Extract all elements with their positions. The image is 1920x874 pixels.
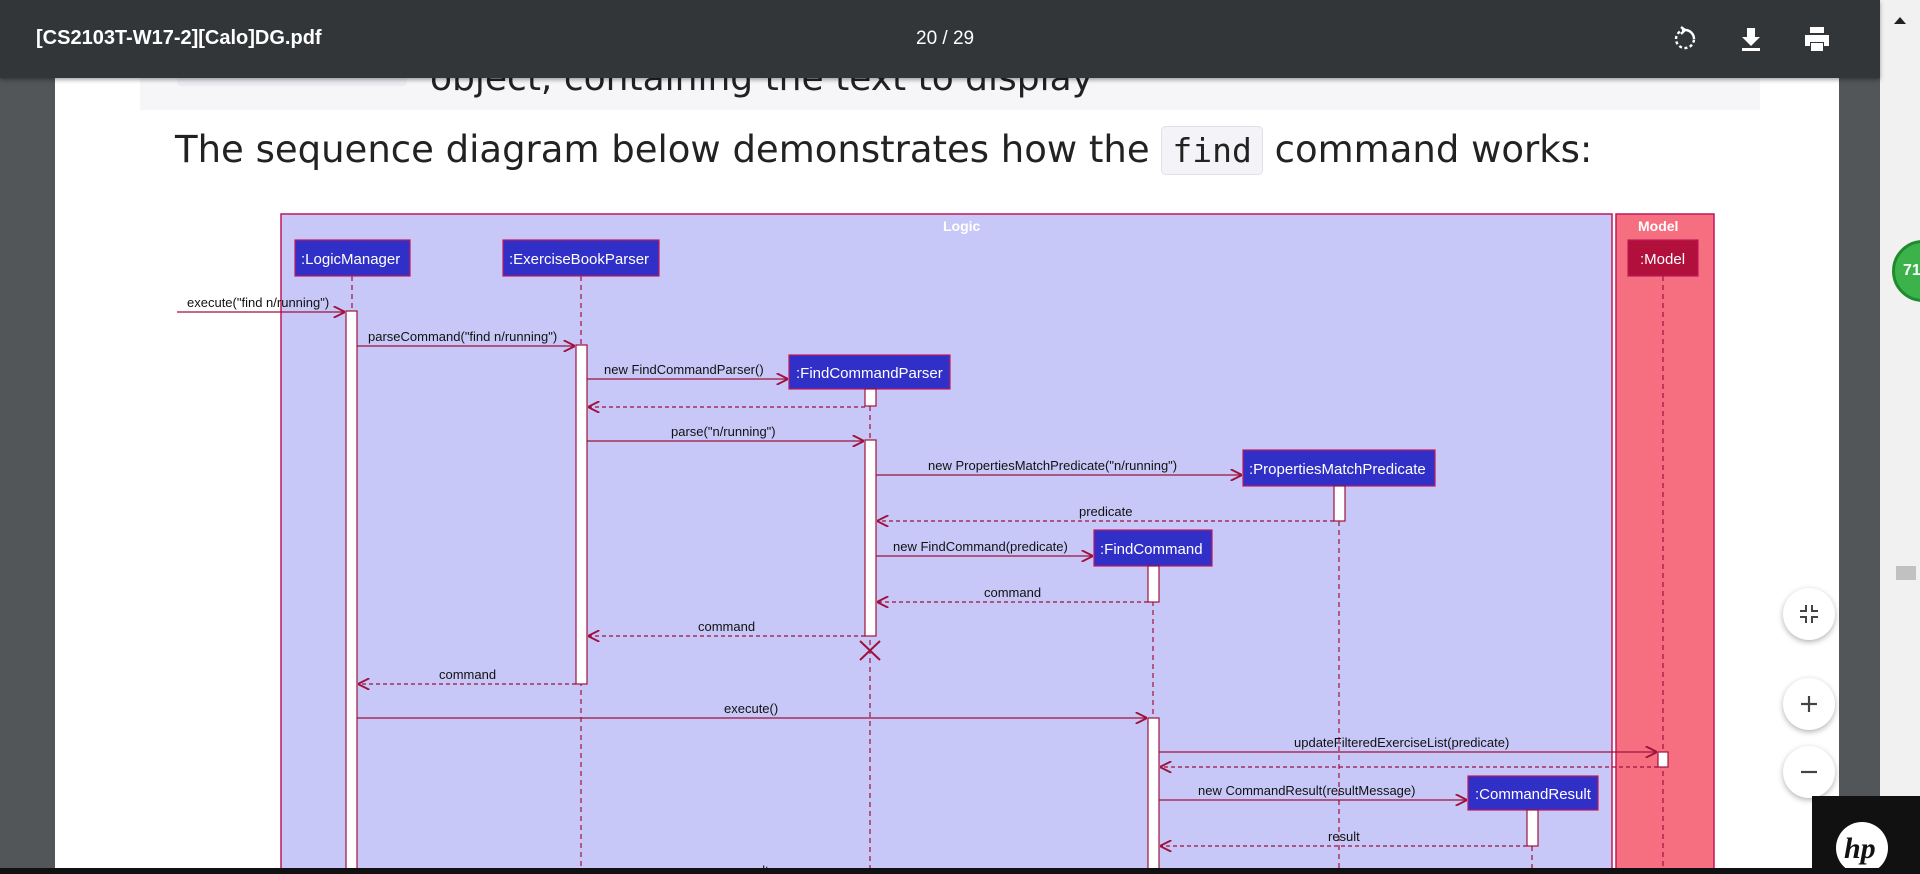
print-icon xyxy=(1805,27,1829,51)
zoom-in-button[interactable] xyxy=(1783,678,1835,730)
download-button[interactable] xyxy=(1734,22,1768,56)
msg-label-5: new PropertiesMatchPredicate("n/running"… xyxy=(928,458,1177,473)
rotate-icon xyxy=(1674,26,1696,50)
msg-label-13: new CommandResult(resultMessage) xyxy=(1198,783,1415,798)
pdf-toolbar: [CS2103T-W17-2][Calo]DG.pdf 20 / 29 xyxy=(0,0,1880,78)
fit-page-icon xyxy=(1800,605,1818,623)
msg-label-4: parse("n/running") xyxy=(671,424,776,439)
zoom-out-icon xyxy=(1801,770,1817,774)
model-frame-label: Model xyxy=(1638,218,1678,234)
msg-label-2: parseCommand("find n/running") xyxy=(368,329,557,344)
download-icon xyxy=(1742,28,1760,51)
model-frame xyxy=(1615,213,1715,874)
participant-model-label: :Model xyxy=(1640,251,1685,268)
scrollbar-thumb[interactable] xyxy=(1896,566,1916,580)
activation-command-result xyxy=(1526,809,1539,847)
msg-label-12: updateFilteredExerciseList(predicate) xyxy=(1294,735,1509,750)
sequence-diagram: Logic Model :LogicManager :ExerciseBookP… xyxy=(177,213,1715,874)
participant-command-result-label: :CommandResult xyxy=(1475,786,1592,803)
msg-label-3: new FindCommandParser() xyxy=(604,362,764,377)
participant-exercise-book-parser-label: :ExerciseBookParser xyxy=(509,251,649,268)
zoom-in-icon xyxy=(1801,696,1817,712)
activation-predicate xyxy=(1333,485,1346,522)
page-indicator: 20 / 29 xyxy=(916,28,975,49)
pdf-page: object, containing the text to display T… xyxy=(55,0,1839,874)
participant-find-command-label: :FindCommand xyxy=(1100,541,1203,558)
msg-label-14: result xyxy=(1328,829,1360,844)
activation-find-command-2 xyxy=(1147,717,1160,874)
logic-frame-label: Logic xyxy=(943,218,981,234)
fit-page-button[interactable] xyxy=(1783,588,1835,640)
msg-label-1: execute("find n/running") xyxy=(187,295,329,310)
document-title: [CS2103T-W17-2][Calo]DG.pdf xyxy=(36,27,322,49)
participant-logic-manager-label: :LogicManager xyxy=(301,251,400,268)
scroll-up-icon xyxy=(1894,17,1906,24)
msg-label-7: new FindCommand(predicate) xyxy=(893,539,1068,554)
activation-model xyxy=(1657,751,1669,768)
msg-label-8: command xyxy=(984,585,1041,600)
activation-exercise-book-parser xyxy=(575,344,588,685)
print-button[interactable] xyxy=(1800,22,1834,56)
participant-find-command-parser-label: :FindCommandParser xyxy=(796,365,943,382)
activation-fcp-1 xyxy=(864,388,877,407)
participant-predicate-label: :PropertiesMatchPredicate xyxy=(1249,461,1426,478)
bottom-edge xyxy=(0,868,1920,874)
activation-find-command-1 xyxy=(1147,565,1160,603)
zoom-out-button[interactable] xyxy=(1783,746,1835,798)
msg-label-6: predicate xyxy=(1079,504,1132,519)
rotate-button[interactable] xyxy=(1668,22,1702,56)
activation-fcp-2 xyxy=(864,439,877,637)
pdf-viewer: object, containing the text to display T… xyxy=(0,0,1920,874)
msg-label-11: execute() xyxy=(724,701,778,716)
msg-label-9: command xyxy=(698,619,755,634)
activation-logic-manager xyxy=(345,310,358,874)
msg-label-10: command xyxy=(439,667,496,682)
svg-text:hp: hp xyxy=(1844,832,1876,865)
hp-logo: hp xyxy=(1812,796,1920,874)
vertical-scrollbar[interactable] xyxy=(1880,0,1920,874)
